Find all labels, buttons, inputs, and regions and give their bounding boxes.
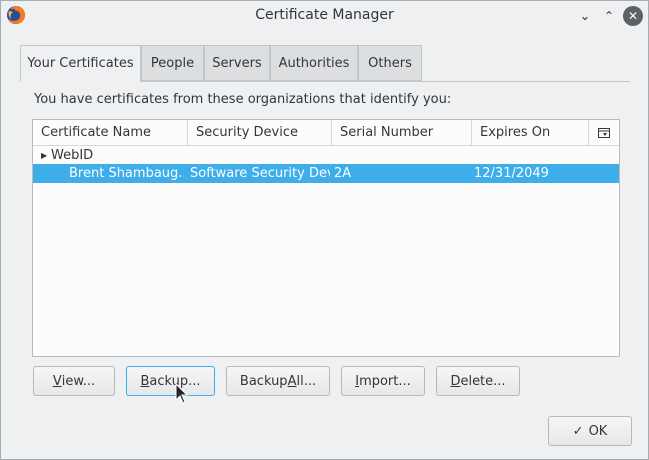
ok-button[interactable]: ✓ OK (548, 416, 632, 446)
backup-label-mnemonic: B (140, 373, 150, 389)
delete-label-post: elete... (460, 373, 506, 389)
delete-button[interactable]: Delete... (436, 366, 520, 396)
tab-authorities[interactable]: Authorities (270, 45, 358, 81)
view-label-mnemonic: V (52, 373, 62, 389)
view-label-post: iew... (61, 373, 96, 389)
column-header-certificate-name[interactable]: Certificate Name (33, 120, 188, 145)
import-label-post: mport... (359, 373, 411, 389)
tab-servers[interactable]: Servers (204, 45, 270, 81)
tab-your-certificates[interactable]: Your Certificates (20, 45, 141, 82)
column-header-expires-on[interactable]: Expires On (472, 120, 589, 145)
column-picker-icon[interactable] (589, 120, 619, 145)
checkmark-icon: ✓ (572, 423, 584, 439)
import-button[interactable]: Import... (341, 366, 425, 396)
column-picker-glyph (598, 127, 610, 138)
tab-others[interactable]: Others (358, 45, 422, 81)
window-title: Certificate Manager (255, 7, 394, 23)
backup-all-label-mnemonic: A (287, 373, 297, 389)
cell-certificate-name: Brent Shambaug... (69, 166, 184, 181)
tree-group-row[interactable]: ▶ WebID (33, 146, 619, 165)
maximize-icon[interactable]: ⌃ (599, 6, 619, 26)
view-button[interactable]: View... (33, 366, 115, 396)
certificate-manager-window: Certificate Manager ⌄ ⌃ ✕ Your Certifica… (0, 0, 649, 460)
group-name: WebID (51, 148, 94, 163)
backup-button[interactable]: Backup... (126, 366, 215, 396)
title-bar[interactable]: Certificate Manager ⌄ ⌃ ✕ (1, 1, 648, 30)
ok-label: OK (588, 423, 608, 439)
backup-all-label-post: ll... (296, 373, 317, 389)
backup-all-button[interactable]: Backup All... (226, 366, 330, 396)
table-row[interactable]: Brent Shambaug... Software Security Dev.… (33, 164, 619, 183)
table-header: Certificate Name Security Device Serial … (33, 120, 619, 146)
column-header-security-device[interactable]: Security Device (188, 120, 332, 145)
certificate-tree[interactable]: Certificate Name Security Device Serial … (32, 119, 620, 357)
tab-people[interactable]: People (141, 45, 204, 81)
column-header-serial-number[interactable]: Serial Number (332, 120, 472, 145)
delete-label-mnemonic: D (450, 373, 461, 389)
cell-expires-on: 12/31/2049 (474, 166, 549, 181)
intro-text: You have certificates from these organiz… (34, 92, 452, 107)
close-icon[interactable]: ✕ (623, 6, 643, 26)
cell-serial-number: 2A (334, 166, 352, 181)
expand-triangle-icon[interactable]: ▶ (41, 146, 51, 165)
minimize-icon[interactable]: ⌄ (575, 6, 595, 26)
mouse-pointer-icon (175, 383, 189, 404)
backup-all-label-pre: Backup (239, 373, 288, 389)
cell-security-device: Software Security Dev... (190, 166, 330, 181)
